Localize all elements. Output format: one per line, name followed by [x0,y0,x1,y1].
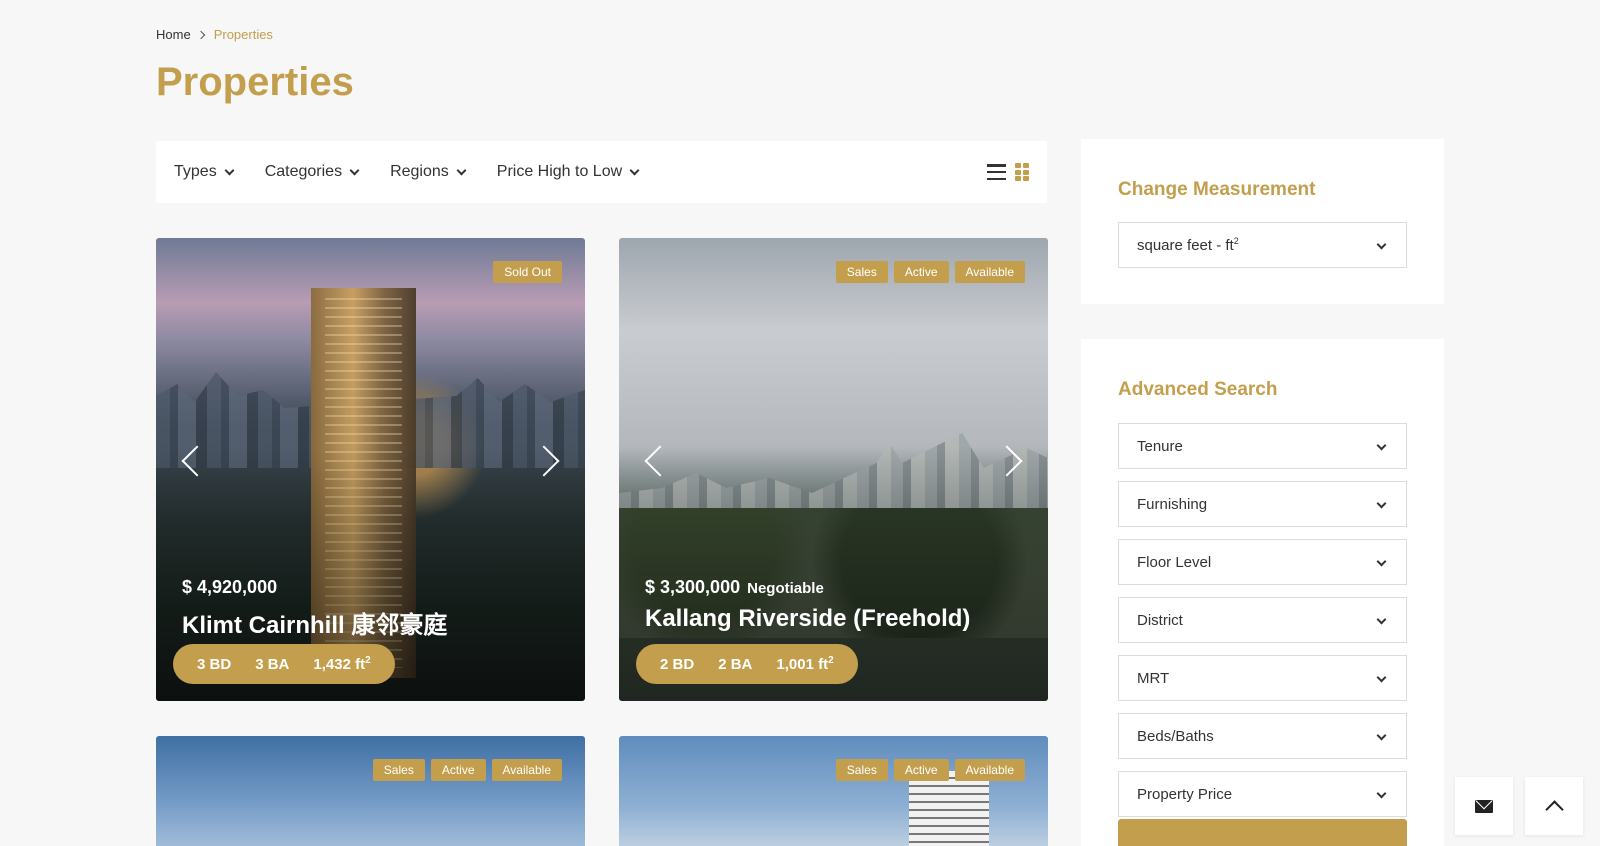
advanced-search-title: Advanced Search [1118,379,1278,400]
measurement-select[interactable]: square feet - ft2 [1118,222,1407,268]
categories-filter-label: Categories [264,163,343,180]
property-price-select-label: Property Price [1137,785,1233,803]
mrt-select-label: MRT [1137,669,1170,687]
categories-filter[interactable]: Categories [264,163,360,181]
status-badge: Sales [835,759,888,781]
chevron-down-icon [456,165,467,175]
chevron-down-icon [629,165,640,175]
chevron-down-icon [1376,239,1387,250]
page-title: Properties [156,60,354,104]
area-number: 1,432 ft [313,656,366,673]
grid-view-icon[interactable] [1015,163,1029,181]
property-price-select[interactable]: Property Price [1118,771,1407,817]
list-view-icon[interactable] [987,164,1006,180]
tenure-select[interactable]: Tenure [1118,423,1407,469]
district-select-label: District [1137,611,1183,629]
price-value: $ 3,300,000 [645,577,741,597]
area-unit-sup: 2 [828,655,834,666]
search-button[interactable] [1118,819,1407,846]
status-badge: Available [954,261,1025,283]
baths-count: 3 BA [255,655,290,673]
status-badge: Sales [835,261,888,283]
property-name[interactable]: Klimt Cairnhill 康邻豪庭 [182,605,447,640]
chevron-down-icon [349,165,360,175]
types-filter[interactable]: Types [174,163,235,181]
area-unit-sup: 2 [365,655,371,666]
floor-level-select-label: Floor Level [1137,553,1212,571]
status-badge: Available [491,759,562,781]
status-badge: Available [954,759,1025,781]
mrt-select[interactable]: MRT [1118,655,1407,701]
property-card[interactable]: Sales Active Available [619,736,1048,846]
status-badges: Sales Active Available [835,261,1025,283]
filter-bar: Types Categories Regions Price High to L… [156,141,1047,203]
area-value: 1,001 ft2 [776,655,833,673]
property-specs: 3 BD 3 BA 1,432 ft2 [173,644,395,684]
advanced-search-panel: Advanced Search Tenure Furnishing Floor … [1081,339,1444,846]
property-card[interactable]: Sold Out $ 4,920,000 Klimt Cairnhill 康邻豪… [156,238,585,701]
property-image [156,736,585,846]
chevron-down-icon [1376,498,1387,509]
tenure-select-label: Tenure [1137,437,1183,455]
property-card[interactable]: Sales Active Available $ 3,300,000 Negot… [619,238,1048,701]
measurement-value-text: square feet - ft [1137,237,1234,254]
breadcrumb-home-link[interactable]: Home [156,27,191,42]
property-price: $ 4,920,000 [182,577,277,598]
scroll-top-button[interactable] [1525,777,1583,835]
baths-count: 2 BA [718,655,753,673]
beds-count: 3 BD [197,655,232,673]
status-badge: Active [430,759,486,781]
beds-count: 2 BD [660,655,695,673]
view-toggles [987,163,1029,181]
status-badge: Sales [372,759,425,781]
property-name[interactable]: Kallang Riverside (Freehold) [645,605,970,633]
property-specs: 2 BD 2 BA 1,001 ft2 [636,644,858,684]
measurement-value-sup: 2 [1233,236,1239,246]
sort-filter[interactable]: Price High to Low [496,163,640,181]
property-card[interactable]: Sales Active Available [156,736,585,846]
measurement-title: Change Measurement [1118,179,1316,200]
regions-filter-label: Regions [390,163,449,180]
chevron-down-icon [224,165,235,175]
status-badge: Active [893,261,949,283]
property-image [619,736,1048,846]
chevron-down-icon [1376,440,1387,451]
area-number: 1,001 ft [776,656,829,673]
sort-filter-label: Price High to Low [496,163,623,180]
property-price: $ 3,300,000 Negotiable [645,577,824,598]
price-value: $ 4,920,000 [182,577,278,597]
measurement-panel: Change Measurement square feet - ft2 [1081,139,1444,304]
types-filter-label: Types [174,163,217,180]
chevron-down-icon [1376,614,1387,625]
status-badge: Active [893,759,949,781]
chevron-right-icon [196,30,205,39]
furnishing-select-label: Furnishing [1137,495,1208,513]
district-select[interactable]: District [1118,597,1407,643]
status-badges: Sales Active Available [835,759,1025,781]
contact-mail-button[interactable] [1455,777,1513,835]
mail-icon [1475,799,1493,813]
chevron-down-icon [1376,672,1387,683]
beds-baths-select[interactable]: Beds/Baths [1118,713,1407,759]
chevron-down-icon [1376,730,1387,741]
measurement-value: square feet - ft2 [1137,236,1239,254]
chevron-down-icon [1376,788,1387,799]
arrow-up-icon [1544,799,1564,819]
status-badge: Sold Out [493,261,562,283]
regions-filter[interactable]: Regions [390,163,467,181]
breadcrumb: Home Properties [156,27,273,42]
chevron-down-icon [1376,556,1387,567]
floor-level-select[interactable]: Floor Level [1118,539,1407,585]
breadcrumb-current: Properties [213,27,273,42]
status-badges: Sold Out [493,261,562,283]
beds-baths-select-label: Beds/Baths [1137,727,1214,745]
price-note: Negotiable [747,580,824,597]
status-badges: Sales Active Available [372,759,562,781]
furnishing-select[interactable]: Furnishing [1118,481,1407,527]
area-value: 1,432 ft2 [313,655,370,673]
